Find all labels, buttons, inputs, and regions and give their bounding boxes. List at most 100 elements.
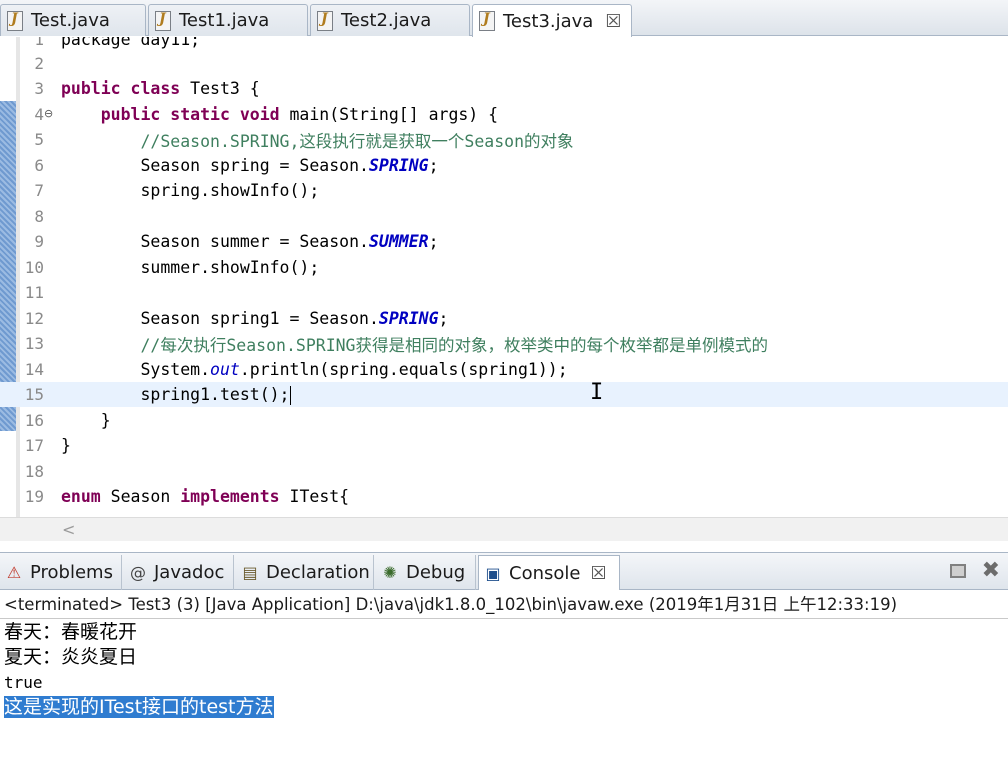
code-text: Season summer = Season.SUMMER;: [61, 232, 438, 251]
editor-tab-label: Test3.java: [503, 10, 594, 32]
bug-icon: ✺: [383, 563, 397, 582]
java-file-icon: [7, 10, 23, 31]
line-number: 2: [34, 54, 44, 73]
code-fragment: .println(spring.equals(spring1));: [239, 360, 568, 379]
code-fragment: summer.showInfo();: [140, 258, 320, 277]
java-file-icon: [479, 11, 495, 31]
console-line: 春天：春暖花开: [4, 621, 138, 643]
code-text: public static void main(String[] args) {: [61, 105, 498, 124]
code-line-8: 8: [0, 204, 1008, 229]
close-tab-icon[interactable]: ☒: [605, 11, 621, 32]
line-number: 10: [24, 258, 44, 277]
tab-label: Declaration: [266, 562, 370, 583]
line-number: 17: [24, 436, 44, 455]
code-fragment: main(String[] args) {: [279, 105, 499, 124]
console-status-line: <terminated> Test3 (3) [Java Application…: [0, 591, 1008, 619]
code-line-11: 11: [0, 280, 1008, 305]
code-text: package day11;: [61, 37, 201, 49]
code-text: }: [61, 436, 71, 455]
editor-tab-label: Test2.java: [341, 10, 432, 31]
code-text: //Season.SPRING,这段执行就是获取一个Season的对象: [61, 128, 573, 152]
close-view-icon[interactable]: ✖: [982, 560, 1000, 582]
at-icon: @: [130, 563, 146, 582]
code-fragment: spring.showInfo();: [140, 181, 320, 200]
editor-tab-bar: Test.java Test1.java Test2.java Test3.ja…: [0, 0, 1008, 37]
code-line-12: 12 Season spring1 = Season.SPRING;: [0, 306, 1008, 331]
line-number: 11: [24, 283, 44, 302]
declaration-icon: ▤: [242, 563, 258, 582]
line-number: 6: [34, 156, 44, 175]
code-text: spring1.test();: [61, 385, 291, 405]
tab-declaration[interactable]: ▤ Declaration: [236, 555, 374, 590]
code-fragment: ITest{: [279, 487, 350, 506]
code-line-19: 19 enum Season implements ITest{: [0, 484, 1008, 509]
editor-tab-label: Test1.java: [179, 10, 270, 31]
enum-constant: SPRING: [368, 156, 429, 175]
tab-label: Problems: [30, 562, 113, 583]
code-text: spring.showInfo();: [61, 181, 319, 200]
code-fragment: ;: [438, 309, 449, 328]
line-number: 8: [34, 207, 44, 226]
editor-tab-test[interactable]: Test.java: [0, 4, 146, 36]
editor-tab-test1[interactable]: Test1.java: [148, 4, 308, 36]
code-line-4: 4 ⊖ public static void main(String[] arg…: [0, 102, 1008, 127]
console-line-selected: 这是实现的ITest接口的test方法: [4, 695, 1004, 720]
code-line-14: 14 System.out.println(spring.equals(spri…: [0, 357, 1008, 382]
code-line-16: 16 }: [0, 408, 1008, 433]
code-text: public class Test3 {: [61, 79, 260, 98]
line-number: 1: [34, 37, 44, 49]
code-line-3: 3 public class Test3 {: [0, 76, 1008, 101]
code-line-18: 18: [0, 459, 1008, 484]
text-caret: [289, 385, 291, 405]
code-line-9: 9 Season summer = Season.SUMMER;: [0, 229, 1008, 254]
code-line-17: 17 }: [0, 433, 1008, 458]
tab-console[interactable]: ▣ Console ☒: [478, 555, 620, 590]
editor-tab-test2[interactable]: Test2.java: [310, 4, 470, 36]
selected-text: 这是实现的ITest接口的test方法: [4, 696, 274, 718]
tab-label: Console: [509, 562, 581, 584]
code-fragment: spring1.test();: [140, 384, 290, 404]
tab-javadoc[interactable]: @ Javadoc: [124, 555, 234, 590]
code-editor[interactable]: 1 package day11; 2 3 public class Test3 …: [0, 37, 1008, 517]
line-number: 14: [24, 360, 44, 379]
code-line-13: 13 //每次执行Season.SPRING获得是相同的对象，枚举类中的每个枚举…: [0, 331, 1008, 356]
line-number: 12: [24, 309, 44, 328]
comment: //每次执行Season.SPRING获得是相同的对象，枚举类中的每个枚举都是单…: [140, 335, 768, 355]
line-number: 16: [24, 411, 44, 430]
keyword: enum: [61, 487, 101, 506]
console-line: 夏天：炎炎夏日: [4, 646, 138, 668]
editor-tab-label: Test.java: [31, 10, 110, 31]
editor-tab-test3[interactable]: Test3.java ☒: [472, 4, 632, 37]
code-text: Season spring = Season.SPRING;: [61, 156, 438, 175]
code-fragment: Season summer = Season.: [140, 232, 369, 251]
code-text: Season spring1 = Season.SPRING;: [61, 309, 448, 328]
tab-debug[interactable]: ✺ Debug: [376, 555, 476, 590]
code-text: enum Season implements ITest{: [61, 487, 349, 506]
code-fragment: }: [100, 411, 111, 430]
console-output[interactable]: 春天：春暖花开 夏天：炎炎夏日 true 这是实现的ITest接口的test方法: [4, 620, 1004, 720]
scroll-left-icon[interactable]: <: [62, 520, 75, 539]
code-fragment: Season: [100, 487, 181, 506]
fold-collapse-icon[interactable]: ⊖: [44, 107, 53, 120]
tab-label: Debug: [406, 562, 466, 583]
code-line-1: 1 package day11;: [0, 37, 1008, 52]
java-file-icon: [155, 10, 171, 31]
code-text: System.out.println(spring.equals(spring1…: [61, 360, 568, 379]
line-number: 3: [34, 79, 44, 98]
tab-problems[interactable]: ⚠ Problems: [0, 555, 122, 590]
close-tab-icon[interactable]: ☒: [590, 563, 606, 584]
static-field: out: [210, 360, 240, 379]
minimize-icon[interactable]: [949, 564, 966, 578]
line-number: 9: [34, 232, 44, 251]
code-text: //每次执行Season.SPRING获得是相同的对象，枚举类中的每个枚举都是单…: [61, 332, 768, 356]
editor-horizontal-scrollbar[interactable]: <: [0, 517, 1008, 541]
